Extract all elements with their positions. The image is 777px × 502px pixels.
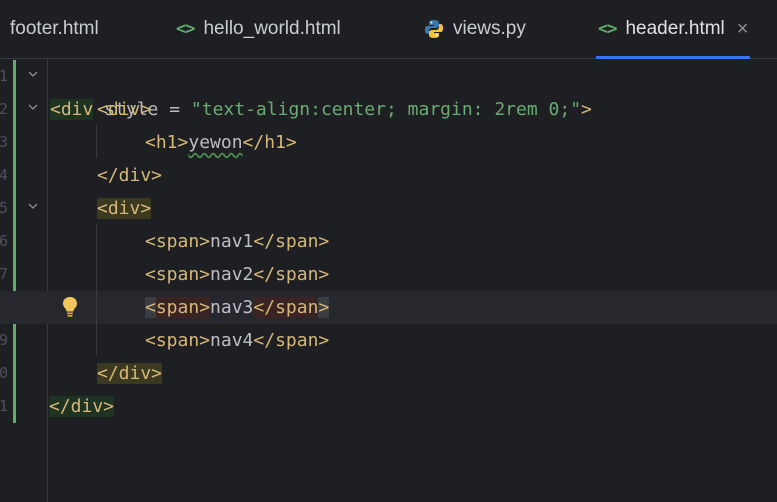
html-tag-icon: <> [176, 19, 196, 39]
code-text: <span>nav2</span> [145, 258, 329, 291]
code-token-tag: span [275, 297, 319, 318]
code-token-tag: <span> [145, 264, 211, 285]
code-token-text: nav1 [210, 231, 254, 252]
code-text: <div> [97, 93, 151, 126]
code-token-tag: <h1> [145, 132, 189, 153]
close-tab-icon[interactable]: × [737, 18, 749, 41]
code-token-tag: </span> [253, 231, 330, 252]
editor-tab-bar: footer.html <> hello_world.html views.py… [0, 0, 777, 59]
code-text: </div> [97, 357, 163, 390]
code-token-tag: <div> [97, 198, 152, 219]
html-tag-icon: <> [598, 19, 618, 39]
code-token-text: nav3 [210, 297, 254, 318]
tab-label: views.py [453, 18, 526, 39]
code-token-tag: <span> [145, 231, 211, 252]
code-token-text: nav4 [210, 330, 254, 351]
tab-label: hello_world.html [203, 18, 341, 39]
code-token-tag: </div> [97, 363, 163, 384]
code-line-1[interactable]: <div style = "text-align:center; margin:… [0, 60, 777, 120]
code-token-tag: </span> [253, 330, 330, 351]
code-token-tag: </h1> [242, 132, 297, 153]
code-token-tag: span [155, 297, 200, 318]
code-line-3[interactable]: <h1>yewon</h1> [0, 126, 777, 159]
code-line-7[interactable]: <span>nav2</span> [0, 258, 777, 291]
code-token-tag: > [318, 297, 330, 318]
code-text: </div> [49, 390, 115, 423]
tab-label: header.html [625, 18, 725, 39]
tab-views-py[interactable]: views.py [424, 0, 526, 58]
code-text: <span>nav4</span> [145, 324, 329, 357]
code-text: <div> [97, 192, 152, 225]
code-text: <h1>yewon</h1> [145, 126, 297, 159]
code-text: <span>nav1</span> [145, 225, 329, 258]
tab-footer-html[interactable]: footer.html [10, 0, 99, 58]
code-line-6[interactable]: <span>nav1</span> [0, 225, 777, 258]
tab-label: footer.html [10, 18, 99, 39]
code-line-5[interactable]: <div> [0, 192, 777, 225]
code-line-4[interactable]: </div> [0, 159, 777, 192]
code-line-11[interactable]: </div> [0, 390, 777, 423]
code-token-tag: </span> [253, 264, 330, 285]
python-icon [424, 19, 444, 39]
tab-hello-world-html[interactable]: <> hello_world.html [176, 0, 341, 58]
code-text: <div style = "text-align:center; margin:… [50, 60, 592, 120]
code-token-text: nav2 [210, 264, 254, 285]
code-token-tag: </div> [97, 165, 163, 186]
code-line-10[interactable]: </div> [0, 357, 777, 390]
code-token-tag: </div> [49, 396, 115, 417]
code-token-tag: </ [253, 297, 276, 318]
code-line-8[interactable]: <span>nav3</span> [0, 291, 777, 324]
code-token-tag: > [199, 297, 211, 318]
code-text: <span>nav3</span> [145, 291, 330, 324]
code-token-text: yewon [188, 132, 243, 153]
code-token-tag: < [145, 297, 156, 318]
code-token-tag: <div> [97, 99, 152, 120]
code-text: </div> [97, 159, 162, 192]
code-line-2[interactable]: <div> [0, 93, 777, 126]
code-token-tag: <span> [145, 330, 211, 351]
code-line-9[interactable]: <span>nav4</span> [0, 324, 777, 357]
tab-header-html[interactable]: <> header.html × [595, 0, 751, 59]
